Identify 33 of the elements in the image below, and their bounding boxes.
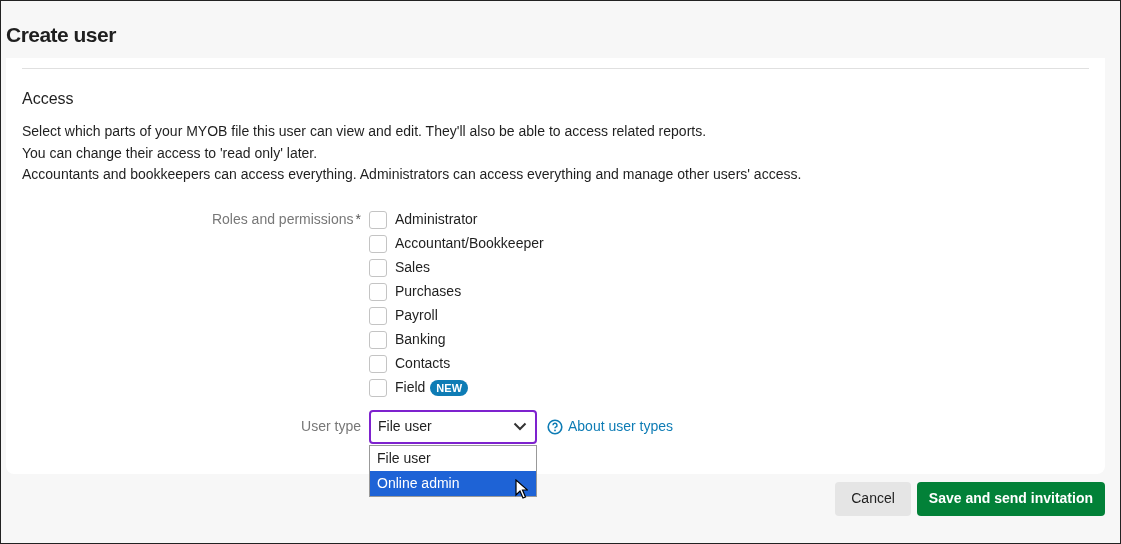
checkbox-label: Sales	[395, 258, 431, 277]
checkbox[interactable]	[369, 306, 387, 325]
checkbox[interactable]	[369, 378, 387, 397]
required-mark: *	[355, 209, 361, 229]
checkbox[interactable]	[369, 330, 387, 349]
help-link[interactable]: About user types	[547, 416, 674, 437]
checkbox[interactable]	[369, 210, 387, 229]
user-type-select[interactable]: File user	[369, 409, 537, 444]
description-text: Accountants and bookkeepers can access everything. Administrators can access everything and manage other users' access.	[22, 165, 803, 184]
help-icon	[547, 418, 563, 435]
checkbox-label: Banking	[395, 330, 446, 349]
cancel-button[interactable]: Cancel	[835, 481, 911, 516]
description-text: Select which parts of your MYOB file this user can view and edit. They'll also be able to access related reports.	[22, 122, 708, 141]
checkbox-label: Administrator	[395, 210, 478, 229]
checkbox[interactable]	[369, 234, 387, 253]
checkbox-label: Payroll	[395, 306, 438, 325]
checkbox-label: Field	[395, 378, 426, 397]
field-label: Roles and permissions	[211, 209, 354, 229]
checkbox[interactable]	[369, 258, 387, 277]
checkbox[interactable]	[369, 354, 387, 373]
page-title: Create user	[5, 22, 117, 48]
dropdown-option[interactable]: File user	[370, 445, 536, 471]
field-label: User type	[301, 417, 361, 436]
checkbox-label: Contacts	[395, 354, 451, 373]
save-button[interactable]: Save and send invitation	[916, 481, 1105, 516]
section-heading: Access	[22, 89, 75, 109]
description-text: You can change their access to 'read only' later.	[22, 143, 319, 163]
new-badge: NEW	[430, 379, 469, 396]
dropdown-option[interactable]: Online admin	[370, 470, 536, 496]
chevron-down-icon	[513, 422, 527, 431]
checkbox-label: Purchases	[395, 282, 462, 301]
checkbox[interactable]	[369, 282, 387, 301]
checkbox-label: Accountant/Bookkeeper	[395, 234, 544, 253]
